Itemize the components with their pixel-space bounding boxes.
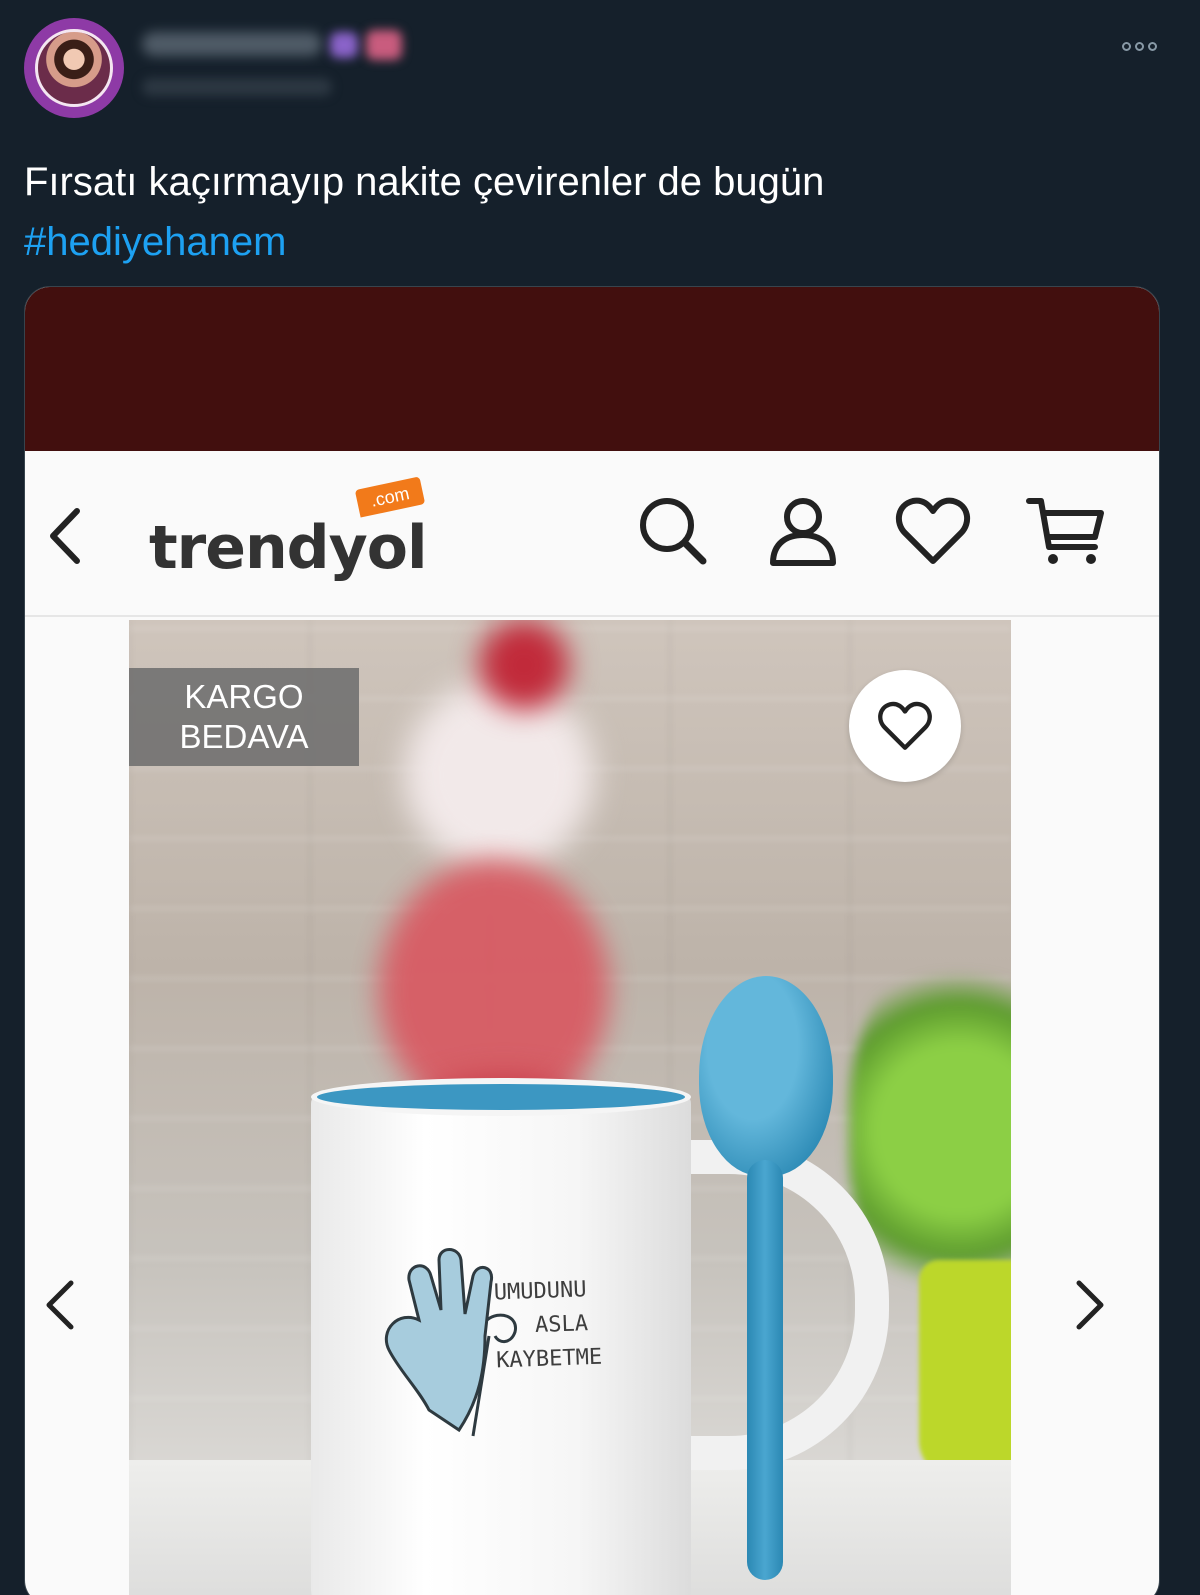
mug-rim [311, 1078, 691, 1116]
spoon-handle [747, 1160, 783, 1580]
name-emoji-blurred [366, 30, 402, 60]
back-icon[interactable] [43, 503, 89, 569]
badge-line: KARGO [184, 678, 304, 715]
logo-com-badge: .com [354, 476, 426, 518]
product-image[interactable]: UMUDUNU ASLA KAYBETME KARGO BEDAVA [129, 620, 1011, 1595]
spoon [699, 976, 833, 1176]
user-icon[interactable] [763, 491, 843, 571]
plant-pot [919, 1260, 1011, 1480]
mug-text-line: ASLA [534, 1311, 589, 1339]
trendyol-app-bar: trendyol .com [25, 451, 1159, 617]
favorite-button[interactable] [849, 670, 961, 782]
tweet-text: Fırsatı kaçırmayıp nakite çevirenler de … [24, 152, 1124, 272]
next-image-arrow-icon[interactable] [1067, 1275, 1111, 1335]
avatar[interactable] [24, 18, 124, 118]
trendyol-logo[interactable]: trendyol .com [149, 476, 449, 583]
mug-print-text: UMUDUNU ASLA KAYBETME [493, 1272, 636, 1379]
heart-icon [878, 701, 932, 750]
logo-text: trendyol [149, 513, 428, 583]
mug-text-line: UMUDUNU [493, 1277, 587, 1306]
heart-icon[interactable] [893, 491, 973, 571]
more-options-icon[interactable] [1122, 38, 1162, 54]
teddy-bear-blurred [479, 620, 569, 710]
display-name-blurred[interactable] [142, 32, 322, 56]
avatar-photo [35, 29, 113, 107]
search-icon[interactable] [633, 491, 713, 571]
cart-icon[interactable] [1025, 491, 1105, 571]
free-shipping-badge: KARGO BEDAVA [129, 668, 359, 766]
tweet-text-line: Fırsatı kaçırmayıp nakite çevirenler de … [24, 160, 825, 204]
badge-line: BEDAVA [179, 718, 309, 755]
username-handle-blurred[interactable] [142, 78, 332, 96]
tweet-media-image[interactable]: trendyol .com UMUDUNU ASLA KAYBETME KARG… [24, 286, 1160, 1595]
hashtag-link[interactable]: #hediyehanem [24, 212, 1124, 272]
previous-image-arrow-icon[interactable] [39, 1275, 83, 1335]
teddy-bear-blurred [404, 680, 594, 870]
mug-text-line: KAYBETME [495, 1344, 603, 1374]
tweet: Fırsatı kaçırmayıp nakite çevirenler de … [0, 0, 1200, 1595]
phone-status-bar [25, 287, 1159, 451]
name-emoji-blurred [330, 32, 358, 58]
